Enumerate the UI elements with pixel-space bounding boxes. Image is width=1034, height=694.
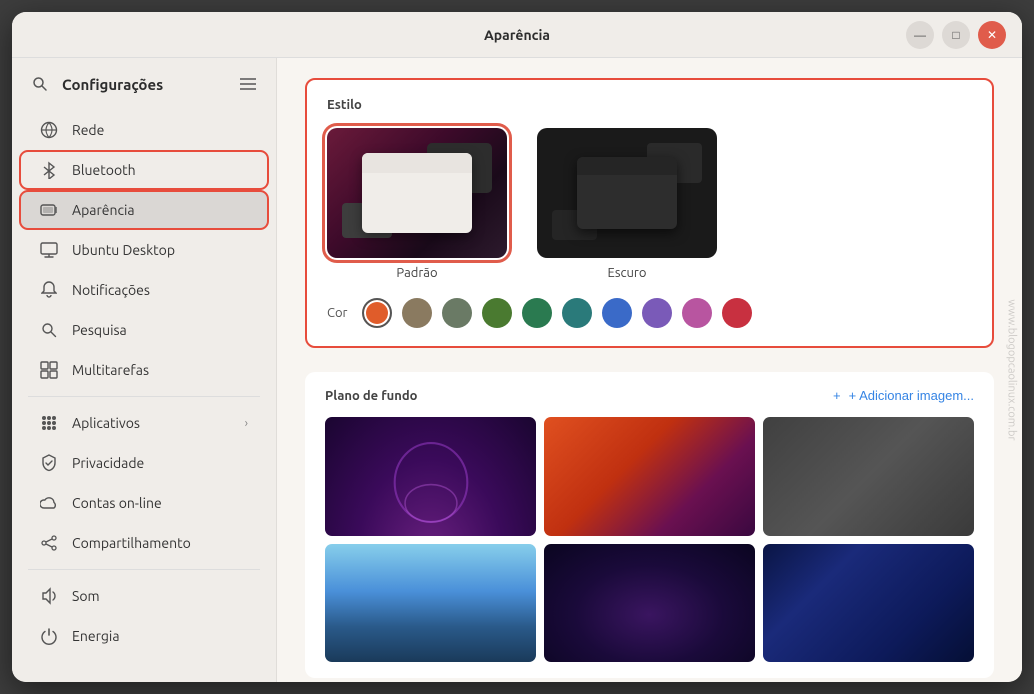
theme-dark-window bbox=[577, 157, 677, 229]
sidebar-item-label: Pesquisa bbox=[72, 322, 127, 338]
sidebar-item-pesquisa[interactable]: Pesquisa bbox=[20, 311, 268, 349]
theme-label-padrao: Padrão bbox=[396, 266, 437, 280]
color-swatch-magenta[interactable] bbox=[682, 298, 712, 328]
sidebar-item-label: Bluetooth bbox=[72, 162, 136, 178]
multitask-icon bbox=[40, 361, 58, 379]
theme-options: Padrão Escuro bbox=[327, 128, 972, 280]
maximize-button[interactable]: □ bbox=[942, 21, 970, 49]
sidebar-item-label: Compartilhamento bbox=[72, 535, 191, 551]
sidebar-item-ubuntu-desktop[interactable]: Ubuntu Desktop bbox=[20, 231, 268, 269]
sidebar-item-notificacoes[interactable]: Notificações bbox=[20, 271, 268, 309]
watermark: www.blogopcaolinux.com.br bbox=[1005, 299, 1017, 440]
share-icon bbox=[40, 534, 58, 552]
sound-icon bbox=[40, 587, 58, 605]
search-icon bbox=[32, 76, 48, 92]
sidebar-item-bluetooth[interactable]: Bluetooth bbox=[20, 151, 268, 189]
theme-dark-bg bbox=[537, 128, 717, 258]
theme-option-padrao[interactable]: Padrão bbox=[327, 128, 507, 280]
sidebar-item-label: Multitarefas bbox=[72, 362, 149, 378]
sidebar-item-label: Ubuntu Desktop bbox=[72, 242, 175, 258]
color-row: Cor bbox=[327, 298, 972, 328]
color-swatch-olive[interactable] bbox=[482, 298, 512, 328]
sidebar-divider-2 bbox=[28, 569, 260, 570]
sidebar-item-label: Som bbox=[72, 588, 100, 604]
theme-option-escuro[interactable]: Escuro bbox=[537, 128, 717, 280]
main-window: Aparência — □ ✕ Configurações bbox=[12, 12, 1022, 682]
privacy-icon bbox=[40, 454, 58, 472]
sidebar-item-label: Rede bbox=[72, 122, 104, 138]
wallpaper-thumb-6[interactable] bbox=[763, 544, 974, 663]
wallpaper-thumb-3[interactable] bbox=[763, 417, 974, 536]
cloud-icon bbox=[40, 494, 58, 512]
color-swatch-bark[interactable] bbox=[402, 298, 432, 328]
style-section-title: Estilo bbox=[327, 98, 972, 112]
main-content: www.blogopcaolinux.com.br Estilo Padrão bbox=[277, 58, 1022, 682]
sidebar-header: Configurações bbox=[12, 58, 276, 110]
wallpaper-grid bbox=[325, 417, 974, 662]
sidebar-item-multitarefas[interactable]: Multitarefas bbox=[20, 351, 268, 389]
color-swatch-prussian[interactable] bbox=[562, 298, 592, 328]
color-label: Cor bbox=[327, 306, 348, 320]
wallpaper-section: Plano de fundo + + Adicionar imagem... bbox=[305, 372, 994, 678]
sidebar-menu-button[interactable] bbox=[236, 74, 260, 94]
sidebar-divider bbox=[28, 396, 260, 397]
power-icon bbox=[40, 627, 58, 645]
minimize-button[interactable]: — bbox=[906, 21, 934, 49]
sidebar-item-label: Aparência bbox=[72, 202, 135, 218]
theme-default-window bbox=[362, 153, 472, 233]
sidebar-item-aplicativos[interactable]: Aplicativos › bbox=[20, 404, 268, 442]
sidebar-title: Configurações bbox=[62, 76, 226, 93]
theme-preview-padrao bbox=[327, 128, 507, 258]
theme-label-escuro: Escuro bbox=[608, 266, 647, 280]
color-swatch-orange[interactable] bbox=[362, 298, 392, 328]
sidebar-item-label: Notificações bbox=[72, 282, 150, 298]
color-swatch-sage[interactable] bbox=[442, 298, 472, 328]
close-button[interactable]: ✕ bbox=[978, 21, 1006, 49]
sidebar-item-compartilhamento[interactable]: Compartilhamento bbox=[20, 524, 268, 562]
color-swatch-blue[interactable] bbox=[602, 298, 632, 328]
wallpaper-thumb-4[interactable] bbox=[325, 544, 536, 663]
bluetooth-icon bbox=[40, 161, 58, 179]
arrow-icon: › bbox=[245, 417, 248, 430]
network-icon bbox=[40, 121, 58, 139]
window-controls: — □ ✕ bbox=[906, 21, 1006, 49]
color-swatch-red[interactable] bbox=[722, 298, 752, 328]
sidebar-item-aparencia[interactable]: Aparência bbox=[20, 191, 268, 229]
sidebar-item-contas-online[interactable]: Contas on-line bbox=[20, 484, 268, 522]
search-sidebar-icon bbox=[40, 321, 58, 339]
wallpaper-thumb-5[interactable] bbox=[544, 544, 755, 663]
sidebar-search-button[interactable] bbox=[28, 72, 52, 96]
wallpaper-header: Plano de fundo + + Adicionar imagem... bbox=[325, 388, 974, 403]
sidebar-item-som[interactable]: Som bbox=[20, 577, 268, 615]
style-section: Estilo Padrão bbox=[305, 78, 994, 348]
color-swatch-viridian[interactable] bbox=[522, 298, 552, 328]
wallpaper-thumb-2[interactable] bbox=[544, 417, 755, 536]
wallpaper-title: Plano de fundo bbox=[325, 389, 417, 403]
sidebar: Configurações bbox=[12, 58, 277, 682]
content-area: Configurações bbox=[12, 58, 1022, 682]
appearance-icon bbox=[40, 201, 58, 219]
plus-icon: + bbox=[833, 388, 841, 403]
theme-default-bg bbox=[327, 128, 507, 258]
sidebar-item-label: Contas on-line bbox=[72, 495, 162, 511]
sidebar-item-label: Aplicativos bbox=[72, 415, 140, 431]
sidebar-item-rede[interactable]: Rede bbox=[20, 111, 268, 149]
window-title: Aparência bbox=[484, 27, 550, 43]
titlebar: Aparência — □ ✕ bbox=[12, 12, 1022, 58]
apps-icon bbox=[40, 414, 58, 432]
sidebar-item-privacidade[interactable]: Privacidade bbox=[20, 444, 268, 482]
sidebar-item-label: Privacidade bbox=[72, 455, 144, 471]
bell-icon bbox=[40, 281, 58, 299]
sidebar-item-label: Energia bbox=[72, 628, 120, 644]
hamburger-icon bbox=[240, 78, 256, 90]
color-swatch-purple[interactable] bbox=[642, 298, 672, 328]
add-image-button[interactable]: + + Adicionar imagem... bbox=[833, 388, 974, 403]
wallpaper-thumb-1[interactable] bbox=[325, 417, 536, 536]
sidebar-item-energia[interactable]: Energia bbox=[20, 617, 268, 655]
theme-preview-escuro bbox=[537, 128, 717, 258]
desktop-icon bbox=[40, 241, 58, 259]
add-image-label: + Adicionar imagem... bbox=[849, 388, 974, 403]
